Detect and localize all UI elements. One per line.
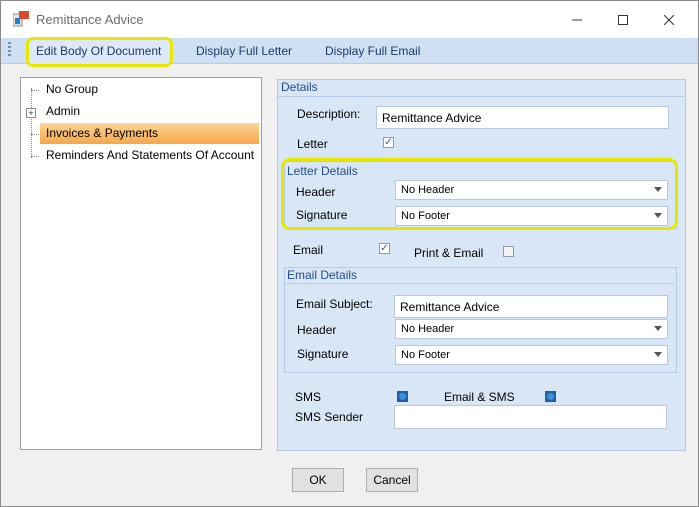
- tree-connector: [31, 90, 39, 91]
- display-letter-button[interactable]: Display Full Letter: [196, 44, 292, 58]
- sms-checkbox[interactable]: [397, 391, 408, 402]
- minimize-icon: [572, 19, 582, 21]
- tree-item-reminders[interactable]: Reminders And Statements Of Account: [40, 145, 259, 166]
- ok-button[interactable]: OK: [292, 468, 344, 492]
- email-subject-label: Email Subject:: [296, 297, 373, 311]
- display-email-button[interactable]: Display Full Email: [325, 44, 420, 58]
- minimize-button[interactable]: [554, 1, 600, 39]
- divider: [277, 96, 684, 97]
- email-checkbox[interactable]: ✓: [379, 243, 390, 254]
- description-input[interactable]: Remittance Advice: [376, 106, 669, 129]
- tree-item-no-group[interactable]: No Group: [40, 79, 259, 100]
- edit-body-button[interactable]: Edit Body Of Document: [36, 44, 161, 58]
- email-subject-input[interactable]: Remittance Advice: [394, 295, 668, 318]
- dropdown-arrow-icon: [654, 326, 662, 331]
- sms-sender-input[interactable]: [394, 405, 667, 429]
- description-label: Description:: [297, 107, 361, 121]
- dropdown-arrow-icon: [654, 352, 662, 357]
- email-signature-label: Signature: [297, 347, 349, 361]
- tree-item-admin[interactable]: Admin: [40, 101, 259, 122]
- print-email-checkbox[interactable]: [503, 246, 514, 257]
- divider: [285, 283, 674, 284]
- tree-connector: [31, 88, 32, 158]
- tree-connector: [31, 134, 39, 135]
- email-header-label: Header: [297, 323, 337, 337]
- sms-sender-label: SMS Sender: [295, 410, 364, 424]
- email-signature-select[interactable]: No Footer: [395, 345, 668, 365]
- email-sms-label: Email & SMS: [444, 390, 515, 404]
- maximize-button[interactable]: [600, 1, 646, 39]
- toolbar-grip-icon[interactable]: [8, 42, 11, 58]
- email-sms-checkbox[interactable]: [545, 391, 556, 402]
- tree-connector: [31, 156, 39, 157]
- email-header-value: No Header: [401, 323, 455, 335]
- email-header-select[interactable]: No Header: [395, 319, 668, 339]
- letter-checkbox[interactable]: ✓: [383, 137, 394, 148]
- details-heading: Details: [281, 80, 318, 94]
- app-icon: [13, 11, 29, 27]
- email-signature-value: No Footer: [401, 349, 450, 361]
- letter-label: Letter: [297, 137, 328, 151]
- letter-details-highlight: [281, 158, 678, 230]
- expand-icon[interactable]: +: [26, 108, 36, 118]
- close-icon: [664, 15, 674, 25]
- print-email-label: Print & Email: [414, 246, 484, 260]
- close-button[interactable]: [646, 1, 692, 39]
- cancel-button[interactable]: Cancel: [366, 468, 418, 492]
- tree-item-invoices-payments[interactable]: Invoices & Payments: [40, 123, 259, 144]
- maximize-icon: [618, 15, 628, 25]
- window-title: Remittance Advice: [36, 12, 144, 27]
- email-label: Email: [293, 243, 324, 257]
- email-details-heading: Email Details: [287, 268, 358, 282]
- sms-label: SMS: [295, 390, 322, 404]
